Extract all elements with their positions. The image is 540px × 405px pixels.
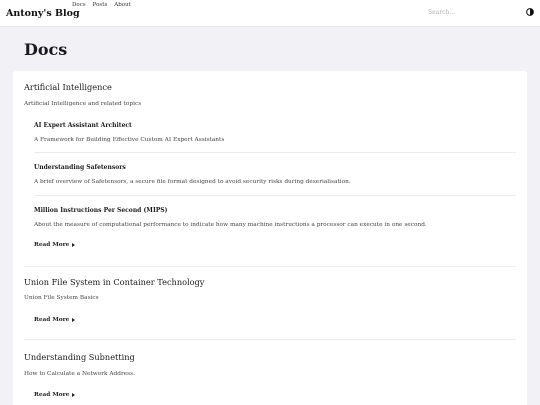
section-title-link[interactable]: Union File System in Container Technolog… bbox=[24, 277, 204, 287]
item-title-link[interactable]: Million Instructions Per Second (MIPS) bbox=[34, 207, 167, 214]
section-title-link[interactable]: Understanding Subnetting bbox=[24, 352, 135, 362]
docs-card: Artificial Intelligence Artificial Intel… bbox=[13, 71, 527, 405]
main-nav: Docs Posts About bbox=[72, 2, 131, 8]
read-more-link[interactable]: Read More bbox=[34, 242, 76, 248]
caret-right-icon bbox=[72, 243, 76, 247]
navbar: Antony's Blog Docs Posts About bbox=[0, 0, 540, 27]
divider bbox=[34, 195, 516, 196]
read-more-label: Read More bbox=[34, 242, 70, 248]
nav-link-docs[interactable]: Docs bbox=[72, 2, 86, 8]
read-more-label: Read More bbox=[34, 317, 70, 323]
nav-link-about[interactable]: About bbox=[114, 2, 131, 8]
section-divider bbox=[24, 266, 516, 267]
caret-right-icon bbox=[72, 318, 76, 322]
item-title-link[interactable]: AI Expert Assistant Architect bbox=[34, 122, 132, 129]
item-title-link[interactable]: Understanding Safetensors bbox=[34, 164, 126, 171]
section-divider bbox=[24, 339, 516, 340]
section-title-link[interactable]: Artificial Intelligence bbox=[24, 82, 112, 92]
read-more-link[interactable]: Read More bbox=[34, 392, 76, 398]
caret-right-icon bbox=[72, 393, 76, 397]
contrast-icon[interactable] bbox=[526, 8, 534, 16]
item-description: About the measure of computational perfo… bbox=[34, 222, 427, 228]
section-description: Artificial Intelligence and related topi… bbox=[24, 101, 142, 107]
site-brand-link[interactable]: Antony's Blog bbox=[6, 8, 80, 19]
item-description: A brief overview of Safetensors, a secur… bbox=[34, 179, 351, 185]
page-title: Docs bbox=[24, 40, 68, 59]
section-description: Union File System Basics bbox=[24, 295, 99, 301]
nav-link-posts[interactable]: Posts bbox=[93, 2, 108, 8]
read-more-link[interactable]: Read More bbox=[34, 317, 76, 323]
section-description: How to Calculate a Network Address. bbox=[24, 371, 135, 377]
divider bbox=[34, 152, 516, 153]
item-description: A Framework for Building Effective Custo… bbox=[34, 137, 225, 143]
read-more-label: Read More bbox=[34, 392, 70, 398]
search-input[interactable] bbox=[428, 9, 508, 16]
